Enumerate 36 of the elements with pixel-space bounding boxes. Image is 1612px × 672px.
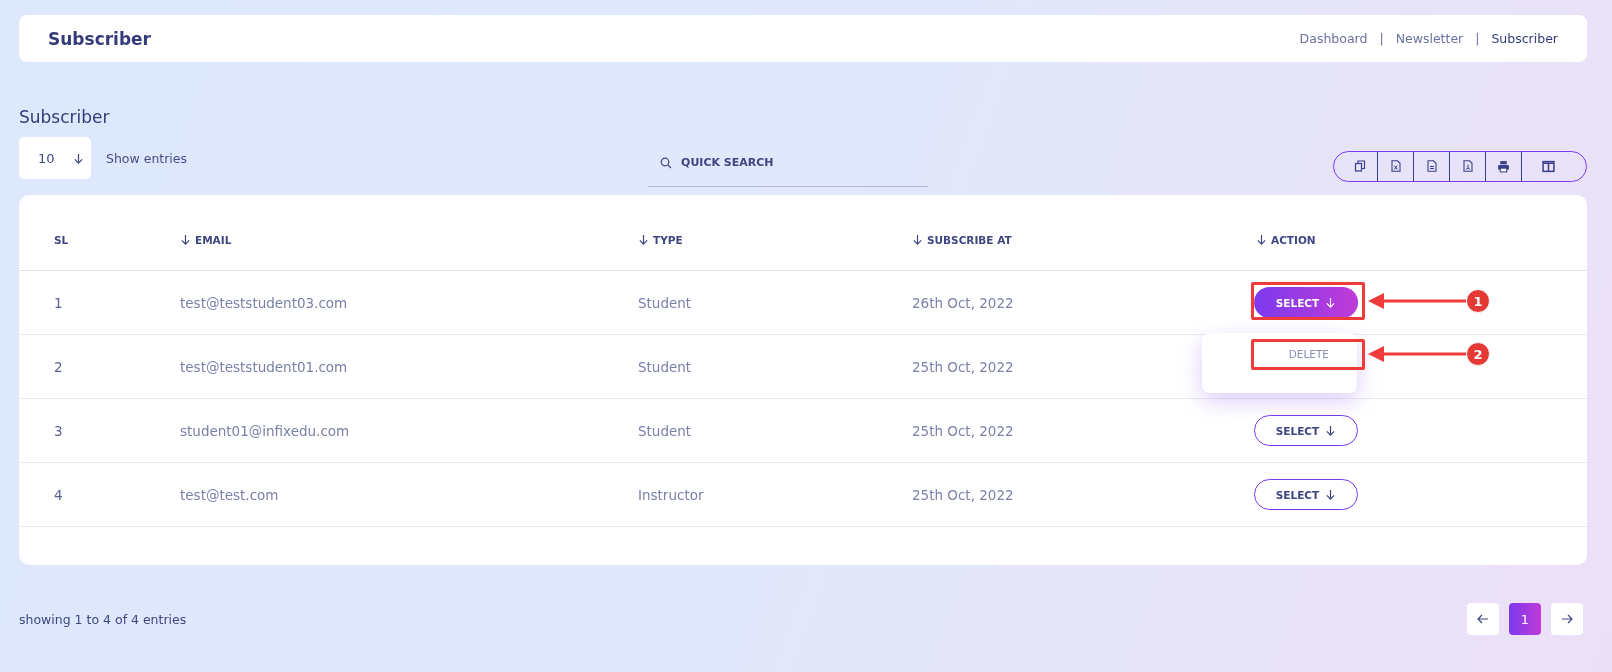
- table-cell-text: student01@infixedu.com: [180, 422, 351, 439]
- table-cell-text: Student: [638, 294, 693, 311]
- table-cell-text: 1: [54, 294, 64, 311]
- entries-summary: showing 1 to 4 of 4 entries: [19, 611, 187, 627]
- breadcrumb-separator: |: [1475, 31, 1480, 46]
- table-cell-text: 2: [54, 358, 64, 375]
- page-button[interactable]: 1: [1509, 603, 1541, 635]
- table-cell-text: 4: [54, 486, 64, 503]
- column-header[interactable]: ACTION: [1271, 233, 1316, 246]
- entries-dropdown[interactable]: 10: [19, 137, 91, 179]
- table-cell-text: Student: [638, 422, 693, 439]
- table-cell-text: test@test.com: [180, 486, 280, 503]
- table-cell-text: test@teststudent03.com: [180, 294, 349, 311]
- table-cell-text: 25th Oct, 2022: [912, 486, 1015, 503]
- section-title: Subscriber: [19, 107, 111, 127]
- table-cell-text: 3: [54, 422, 64, 439]
- breadcrumb-link[interactable]: Newsletter: [1395, 31, 1464, 46]
- column-header: SL: [54, 233, 69, 246]
- breadcrumb-separator: |: [1379, 31, 1384, 46]
- search-field[interactable]: QUICK SEARCH: [648, 145, 929, 187]
- column-header[interactable]: SUBSCRIBE AT: [927, 233, 1012, 246]
- table-cell-text: Instructor: [638, 486, 705, 503]
- table-cell-text: 25th Oct, 2022: [912, 358, 1015, 375]
- entries-label: Show entries: [106, 150, 188, 166]
- select-dropdown-button[interactable]: SELECT: [1254, 415, 1358, 446]
- table-cell-text: 25th Oct, 2022: [912, 422, 1015, 439]
- select-dropdown-button[interactable]: SELECT: [1254, 479, 1358, 510]
- page-title: Subscriber: [48, 28, 151, 49]
- select-dropdown-button[interactable]: SELECT: [1254, 287, 1358, 318]
- table-cell-text: 26th Oct, 2022: [912, 294, 1015, 311]
- table-cell-text: Student: [638, 358, 693, 375]
- table-cell-text: test@teststudent01.com: [180, 358, 349, 375]
- breadcrumb-link[interactable]: Dashboard: [1299, 31, 1368, 46]
- column-header[interactable]: TYPE: [653, 233, 683, 246]
- breadcrumb-link[interactable]: Subscriber: [1491, 31, 1558, 46]
- column-header[interactable]: EMAIL: [195, 233, 232, 246]
